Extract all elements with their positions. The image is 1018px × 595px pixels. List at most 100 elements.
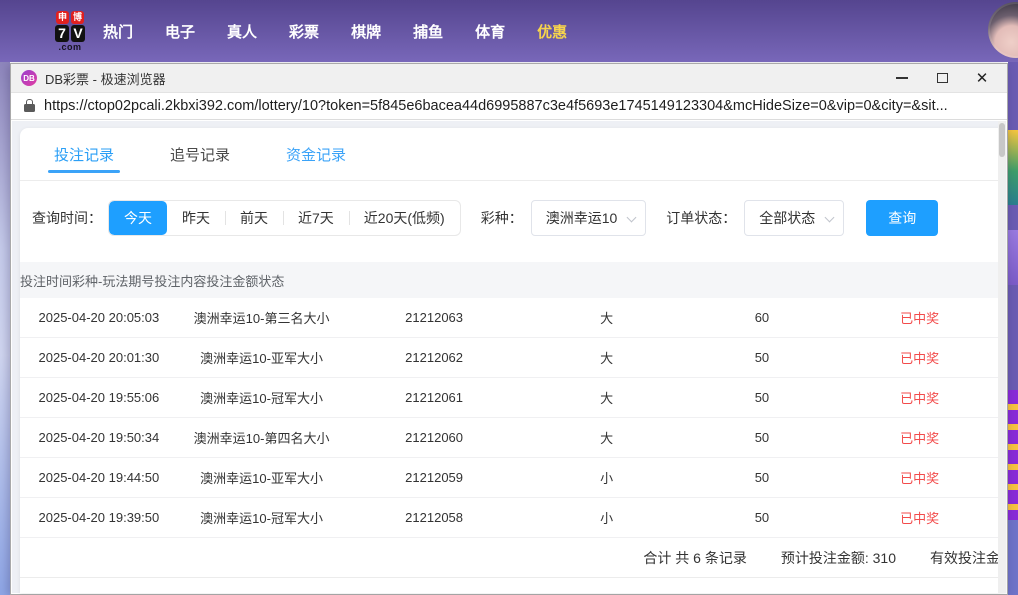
chevron-down-icon	[824, 212, 835, 223]
main-nav: 热门 电子 真人 彩票 棋牌 捕鱼 体育 优惠	[103, 21, 567, 42]
cell-issue-number: 21212060	[405, 430, 464, 445]
cell-issue-number: 21212061	[405, 390, 464, 405]
cell-lottery-play: 澳洲幸运10-第四名大小	[193, 431, 330, 446]
table-header-cell: 投注内容	[154, 273, 207, 289]
scrollbar[interactable]	[998, 121, 1006, 593]
background-banner-fragment	[1008, 230, 1018, 285]
nav-item[interactable]: 捕鱼	[413, 21, 443, 42]
background-page-right-strip	[1008, 62, 1018, 595]
cell-lottery-play: 澳洲幸运10-亚军大小	[200, 471, 323, 486]
nav-item[interactable]: 体育	[475, 21, 505, 42]
filter-bar: 查询时间： 今天 昨天 前天 近7天 近20天(低频) 彩种： 澳洲幸运10 订…	[20, 181, 1006, 262]
logo-badge-left: 申	[56, 10, 69, 24]
cell-lottery-play: 澳洲幸运10-冠军大小	[200, 391, 323, 406]
lock-icon	[24, 99, 35, 112]
table-row: 2025-04-20 19:39:50 澳洲幸运10-冠军大小 21212058…	[20, 498, 1006, 538]
record-tabs: 投注记录 追号记录 资金记录	[20, 128, 1006, 181]
order-status-select[interactable]: 全部状态	[744, 200, 845, 236]
table-header-cell: 彩种-玩法	[72, 273, 129, 289]
browser-titlebar: DB DB彩票 - 极速浏览器 ✕	[11, 64, 1007, 93]
time-filter-label: 查询时间：	[32, 210, 102, 226]
page-content: 投注记录 追号记录 资金记录 查询时间： 今天 昨天 前天 近7天 近20天(低…	[12, 121, 1006, 593]
table-body: 2025-04-20 20:05:03 澳洲幸运10-第三名大小 2121206…	[20, 298, 1006, 538]
cell-bet-content: 小	[600, 471, 614, 486]
cell-status: 已中奖	[900, 471, 940, 486]
time-range-option[interactable]: 近20天(低频)	[348, 201, 460, 235]
background-banner-fragment	[1008, 390, 1018, 520]
close-button[interactable]: ✕	[975, 71, 989, 86]
window-title: DB彩票 - 极速浏览器	[45, 71, 166, 87]
site-header: 申 博 7 V .com 热门 电子 真人 彩票 棋牌 捕鱼 体育 优惠	[0, 0, 1018, 62]
maximize-button[interactable]	[935, 71, 949, 85]
table-header-cell: 投注时间	[20, 273, 73, 289]
table-row: 2025-04-20 19:44:50 澳洲幸运10-亚军大小 21212059…	[20, 458, 1006, 498]
cell-bet-amount: 50	[754, 430, 770, 445]
tab-item[interactable]: 投注记录	[47, 144, 121, 173]
summary-total: 合计 共 6 条记录	[643, 549, 747, 566]
cell-bet-content: 大	[600, 351, 614, 366]
screen: 申 博 7 V .com 热门 电子 真人 彩票 棋牌 捕鱼 体育 优惠 DB …	[0, 0, 1018, 595]
search-button[interactable]: 查询	[866, 200, 939, 236]
cell-bet-time: 2025-04-20 20:01:30	[38, 350, 160, 365]
time-range-option[interactable]: 近7天	[283, 201, 349, 235]
minimize-icon	[896, 77, 908, 79]
cell-bet-amount: 50	[754, 470, 770, 485]
browser-window: DB DB彩票 - 极速浏览器 ✕ https://ctop02pcali.2k…	[10, 63, 1008, 595]
user-avatar[interactable]	[988, 2, 1018, 58]
table-row: 2025-04-20 19:50:34 澳洲幸运10-第四名大小 2121206…	[20, 418, 1006, 458]
browser-app-icon: DB	[21, 70, 37, 86]
summary-expected-amount: 预计投注金额: 310	[780, 549, 896, 566]
address-bar[interactable]: https://ctop02pcali.2kbxi392.com/lottery…	[11, 93, 1007, 120]
maximize-icon	[936, 73, 948, 83]
url-text[interactable]: https://ctop02pcali.2kbxi392.com/lottery…	[44, 98, 948, 114]
order-status-label: 订单状态：	[666, 210, 737, 226]
tab-item[interactable]: 资金记录	[286, 144, 346, 165]
table-row: 2025-04-20 20:01:30 澳洲幸运10-亚军大小 21212062…	[20, 338, 1006, 378]
tab-item[interactable]: 追号记录	[170, 144, 230, 165]
nav-item[interactable]: 彩票	[289, 21, 319, 42]
cell-status: 已中奖	[900, 391, 940, 406]
site-logo[interactable]: 申 博 7 V .com	[55, 10, 85, 52]
cell-lottery-play: 澳洲幸运10-冠军大小	[200, 511, 323, 526]
cell-bet-amount: 60	[754, 310, 770, 325]
nav-item[interactable]: 棋牌	[351, 21, 381, 42]
logo-main: 7 V	[55, 24, 85, 42]
time-range-option[interactable]: 今天	[109, 201, 167, 235]
lottery-select[interactable]: 澳洲幸运10	[530, 200, 647, 236]
cell-issue-number: 21212062	[405, 350, 464, 365]
nav-item[interactable]: 真人	[227, 21, 257, 42]
cell-bet-amount: 50	[754, 390, 770, 405]
window-controls: ✕	[895, 71, 997, 86]
cell-bet-time: 2025-04-20 19:55:06	[38, 390, 160, 405]
order-status-value: 全部状态	[759, 210, 816, 226]
table-header-cell: 状态	[258, 273, 285, 289]
cell-lottery-play: 澳洲幸运10-亚军大小	[200, 351, 323, 366]
logo-badges: 申 博	[56, 10, 84, 24]
table-header-cell: 期号	[128, 273, 155, 289]
cell-bet-time: 2025-04-20 20:05:03	[38, 310, 160, 325]
nav-item[interactable]: 优惠	[537, 21, 567, 42]
logo-char-7: 7	[55, 24, 69, 42]
cell-bet-time: 2025-04-20 19:44:50	[38, 470, 160, 485]
cell-bet-content: 大	[600, 431, 614, 446]
time-range-option[interactable]: 昨天	[167, 201, 225, 235]
nav-item[interactable]: 电子	[165, 21, 195, 42]
cell-bet-amount: 50	[754, 350, 770, 365]
cell-lottery-play: 澳洲幸运10-第三名大小	[193, 311, 330, 326]
nav-item[interactable]: 热门	[103, 21, 133, 42]
table-header-cell: 投注金额	[206, 273, 259, 289]
cell-bet-content: 大	[600, 311, 614, 326]
cell-bet-time: 2025-04-20 19:50:34	[38, 430, 160, 445]
cell-bet-amount: 50	[754, 510, 770, 525]
table-row: 2025-04-20 20:05:03 澳洲幸运10-第三名大小 2121206…	[20, 298, 1006, 338]
cell-issue-number: 21212058	[405, 510, 464, 525]
background-page-left-strip	[0, 62, 10, 595]
cell-bet-content: 大	[600, 391, 614, 406]
minimize-button[interactable]	[895, 71, 909, 85]
cell-bet-time: 2025-04-20 19:39:50	[38, 510, 160, 525]
scrollbar-thumb[interactable]	[999, 123, 1005, 157]
summary-valid-amount: 有效投注金额	[930, 549, 1006, 566]
time-range-option[interactable]: 前天	[225, 201, 283, 235]
chevron-down-icon	[626, 212, 637, 223]
cell-issue-number: 21212063	[405, 310, 464, 325]
